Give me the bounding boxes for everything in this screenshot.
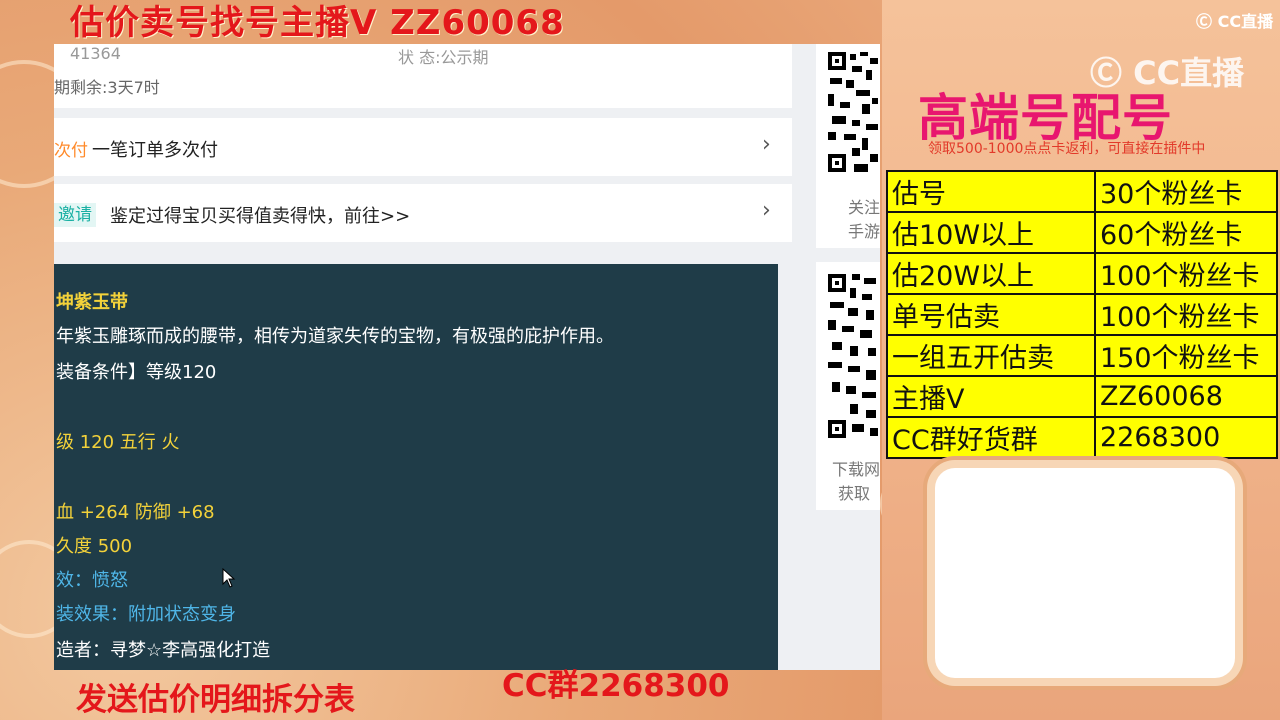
price-item-label: 单号估卖	[886, 293, 1096, 336]
item-durability: 久度 500	[56, 536, 133, 557]
price-item-label: 估20W以上	[886, 252, 1096, 295]
price-item-label: 估10W以上	[886, 211, 1096, 254]
item-id: 41364	[70, 44, 121, 63]
qr-caption: 获取	[838, 484, 871, 503]
qr-sidebar: 关注 手游 下载网 获取	[816, 44, 880, 670]
qr-caption: 下载网	[832, 460, 880, 479]
bottom-banner-left: 发送估价明细拆分表	[76, 682, 355, 718]
status-text: 状 态:公示期	[398, 48, 489, 67]
item-stats: 血 +264 防御 +68	[56, 502, 215, 523]
invite-tag: 邀请	[54, 200, 96, 227]
price-item-value: 2268300	[1094, 416, 1278, 459]
price-item-value: ZZ60068	[1094, 375, 1278, 418]
chevron-right-icon: ›	[762, 198, 771, 223]
mouse-cursor-icon	[222, 567, 236, 592]
price-table-row: 单号估卖 100个粉丝卡	[886, 293, 1278, 336]
installment-label: 一笔订单多次付	[92, 140, 218, 161]
item-effect: 效：愤怒	[56, 570, 128, 591]
item-description: 年紫玉雕琢而成的腰带，相传为道家失传的宝物，有极强的庇护作用。	[56, 326, 614, 347]
price-table-row: 一组五开估卖 150个粉丝卡	[886, 334, 1278, 377]
chevron-right-icon: ›	[762, 132, 771, 157]
price-table-row: 主播V ZZ60068	[886, 375, 1278, 418]
info-card: 41364 状 态:公示期 期剩余:3天7时	[54, 44, 792, 108]
price-table-row: 估10W以上 60个粉丝卡	[886, 211, 1278, 254]
item-maker: 造者：寻梦☆李高强化打造	[56, 640, 271, 661]
price-item-label: 主播V	[886, 375, 1096, 418]
price-item-value: 60个粉丝卡	[1094, 211, 1278, 254]
price-item-value: 30个粉丝卡	[1094, 170, 1278, 213]
qr-code-icon	[826, 50, 880, 178]
remaining-time: 期剩余:3天7时	[54, 78, 160, 97]
price-item-value: 100个粉丝卡	[1094, 252, 1278, 295]
cc-logo-icon: Ⓒ	[1196, 12, 1213, 31]
decorative-frame	[935, 468, 1235, 678]
price-item-value: 100个粉丝卡	[1094, 293, 1278, 336]
banner-title: 估价卖号找号主播V ZZ60068	[70, 3, 565, 43]
installment-row[interactable]: 次付 一笔订单多次付 ›	[54, 118, 792, 176]
qr-caption: 关注	[848, 198, 880, 217]
item-requirement: 装备条件】等级120	[56, 362, 217, 383]
price-table-row: 估号 30个粉丝卡	[886, 170, 1278, 213]
price-item-label: 一组五开估卖	[886, 334, 1096, 377]
price-item-label: CC群好货群	[886, 416, 1096, 459]
promo-subtitle: 领取500-1000点点卡返利，可直接在插件中	[928, 141, 1206, 157]
cc-live-logo: Ⓒ CC直播	[1196, 12, 1274, 31]
qr-caption: 手游	[848, 222, 880, 241]
game-trade-window: 41364 状 态:公示期 期剩余:3天7时 次付 一笔订单多次付 › 邀请 鉴…	[54, 44, 880, 670]
item-name: 坤紫玉带	[56, 292, 128, 313]
installment-tag: 次付	[54, 141, 88, 161]
price-table-row: CC群好货群 2268300	[886, 416, 1278, 459]
item-tooltip: 坤紫玉带 年紫玉雕琢而成的腰带，相传为道家失传的宝物，有极强的庇护作用。 装备条…	[54, 264, 778, 670]
price-item-label: 估号	[886, 170, 1096, 213]
price-item-value: 150个粉丝卡	[1094, 334, 1278, 377]
item-set-effect: 装效果：附加状态变身	[56, 604, 236, 625]
appraisal-invite-row[interactable]: 邀请 鉴定过得宝贝买得值卖得快，前往>> ›	[54, 184, 792, 242]
price-table: 估号 30个粉丝卡 估10W以上 60个粉丝卡 估20W以上 100个粉丝卡 单号估卖 100…	[886, 170, 1278, 459]
price-table-row: 估20W以上 100个粉丝卡	[886, 252, 1278, 295]
item-level: 级 120 五行 火	[56, 432, 180, 453]
bottom-banner-group: CC群2268300	[502, 668, 730, 704]
qr-code-icon	[826, 270, 880, 442]
invite-label: 鉴定过得宝贝买得值卖得快，前往>>	[110, 206, 411, 227]
